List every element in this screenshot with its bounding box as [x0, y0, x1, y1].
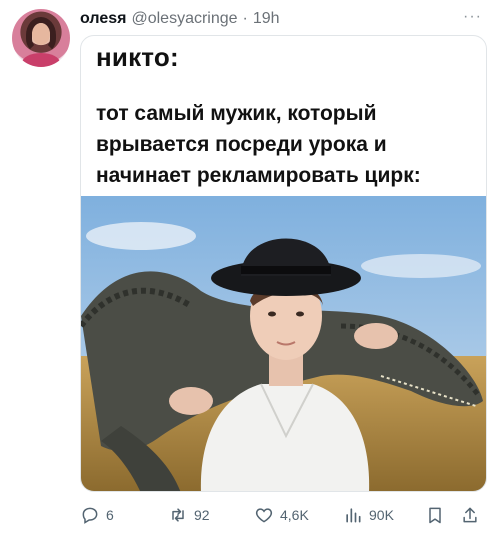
like-count: 4,6K [280, 507, 309, 523]
more-options-icon[interactable]: ··· [463, 8, 482, 26]
avatar[interactable] [12, 9, 70, 67]
reply-button[interactable]: 6 [80, 500, 114, 530]
header-separator: · [242, 10, 248, 27]
bookmark-icon [429, 507, 441, 524]
like-icon [255, 508, 273, 523]
author-name[interactable]: олеsя [80, 10, 126, 28]
reply-icon [82, 507, 98, 524]
share-icon [463, 507, 477, 523]
meme-text-area: никто: тот самый мужик, который врываетс… [81, 36, 486, 196]
post-header: олеsя @olesyacringe · 19h [80, 8, 280, 30]
action-bar: 6 92 4,6K 90K [80, 500, 490, 530]
photo-illustration [81, 196, 486, 491]
post-time[interactable]: 19h [253, 10, 280, 28]
meme-heading: никто: [96, 42, 179, 72]
author-handle[interactable]: @olesyacringe [131, 10, 237, 28]
share-button[interactable] [460, 500, 480, 530]
bookmark-button[interactable] [425, 500, 445, 530]
views-icon [346, 508, 361, 523]
avatar-face [32, 23, 50, 45]
view-count: 90K [369, 507, 394, 523]
retweet-button[interactable]: 92 [168, 500, 210, 530]
meme-photo [81, 196, 486, 491]
retweet-count: 92 [194, 507, 210, 523]
retweet-icon [172, 508, 184, 522]
media-card[interactable]: никто: тот самый мужик, который врываетс… [80, 35, 487, 492]
like-button[interactable]: 4,6K [254, 500, 309, 530]
views-button[interactable]: 90K [343, 500, 394, 530]
reply-count: 6 [106, 507, 114, 523]
meme-caption: тот самый мужик, который врывается посре… [96, 102, 421, 187]
avatar-clothing [22, 53, 60, 67]
